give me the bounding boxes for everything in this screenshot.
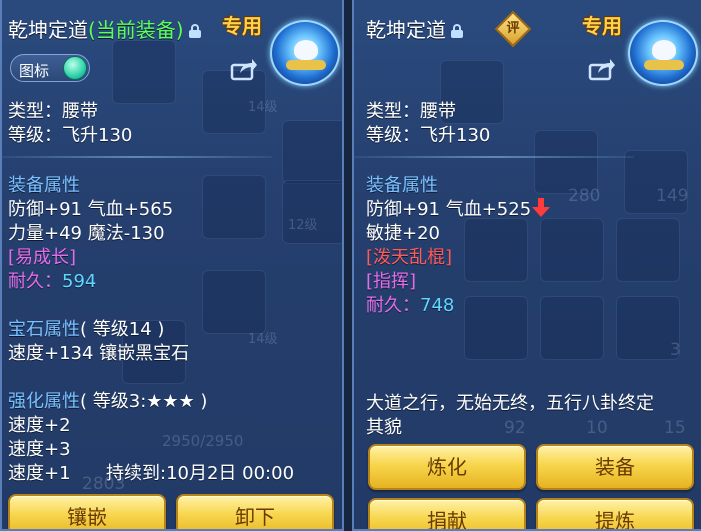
equip-button[interactable]: 装备 bbox=[536, 444, 694, 490]
exclusive-badge: 专用 bbox=[582, 14, 622, 38]
inlay-button[interactable]: 镶嵌 bbox=[8, 494, 166, 529]
enhance-line: 速度+3 bbox=[8, 439, 71, 460]
compare-item-tooltip: 280 149 92 10 15 3 乾坤定道 评 专用 类型：腰带 等级：飞升… bbox=[352, 0, 701, 531]
bg-hp-text: 2950/2950 bbox=[162, 432, 244, 450]
bg-slot bbox=[282, 120, 342, 184]
bg-number: 149 bbox=[656, 186, 689, 206]
bg-number: 15 bbox=[664, 418, 686, 438]
equip-attr-header: 装备属性 bbox=[8, 175, 80, 196]
bg-slot bbox=[202, 175, 266, 239]
equipped-item-tooltip: 14级 12级 14级 2950/2950 2803 乾坤定道(当前装备) 专用… bbox=[0, 0, 344, 531]
exclusive-badge: 专用 bbox=[222, 14, 262, 38]
belt-item-icon bbox=[628, 20, 698, 86]
special-effect: [泼天乱棍] bbox=[366, 247, 453, 268]
share-icon[interactable] bbox=[230, 57, 258, 81]
bg-number: 3 bbox=[670, 340, 681, 360]
attr-line: 防御+91 气血+565 bbox=[8, 199, 174, 220]
bg-slot bbox=[616, 218, 680, 282]
special-effect: [易成长] bbox=[8, 247, 77, 268]
enhance-line: 速度+1 bbox=[8, 463, 71, 484]
bg-level-text: 14级 bbox=[248, 332, 278, 347]
bg-slot bbox=[464, 218, 528, 282]
extract-button[interactable]: 提炼 bbox=[536, 498, 694, 529]
item-title: 乾坤定道 bbox=[366, 14, 463, 43]
bg-slot bbox=[540, 218, 604, 282]
enhance-line: 速度+2 bbox=[8, 415, 71, 436]
item-type: 类型：腰带 bbox=[8, 101, 98, 122]
gem-level: ( 等级14 ) bbox=[80, 319, 165, 340]
gem-header: 宝石属性 bbox=[8, 319, 80, 340]
current-equipped-tag: (当前装备) bbox=[88, 18, 184, 42]
durability-label: 耐久： bbox=[366, 295, 420, 316]
down-arrow-icon bbox=[532, 198, 551, 218]
item-level: 等级：飞升130 bbox=[366, 125, 491, 146]
bg-slot bbox=[540, 296, 604, 360]
gem-section: 宝石属性( 等级14 ) bbox=[8, 318, 164, 342]
refine-button[interactable]: 炼化 bbox=[368, 444, 526, 490]
rate-badge-icon[interactable]: 评 bbox=[494, 10, 532, 48]
share-icon[interactable] bbox=[588, 57, 616, 81]
gem-line: 速度+134 镶嵌黑宝石 bbox=[8, 343, 190, 364]
item-name: 乾坤定道 bbox=[8, 18, 88, 42]
item-description: 其貌 bbox=[366, 417, 402, 438]
donate-button[interactable]: 捐献 bbox=[368, 498, 526, 529]
durability-value: 748 bbox=[420, 295, 455, 316]
bg-slot bbox=[624, 150, 688, 214]
item-type: 类型：腰带 bbox=[366, 101, 456, 122]
bg-slot bbox=[202, 270, 266, 334]
lock-icon bbox=[188, 24, 201, 38]
bg-slot bbox=[616, 296, 680, 360]
attr-line: 防御+91 气血+525 bbox=[366, 198, 551, 222]
enhance-level: ( 等级3:★★★ ) bbox=[80, 391, 208, 412]
bg-slot bbox=[112, 40, 176, 104]
bg-number: 10 bbox=[586, 418, 608, 438]
bg-slot bbox=[534, 130, 598, 194]
enhance-section: 强化属性( 等级3:★★★ ) bbox=[8, 390, 207, 414]
bg-number: 280 bbox=[568, 186, 601, 206]
bg-level-text: 12级 bbox=[288, 218, 318, 233]
attr-line: 力量+49 魔法-130 bbox=[8, 223, 165, 244]
item-level: 等级：飞升130 bbox=[8, 125, 133, 146]
item-description: 大道之行，无始无终，五行八卦终定 bbox=[366, 393, 654, 414]
durability-label: 耐久： bbox=[8, 271, 62, 292]
durability-value: 594 bbox=[62, 271, 97, 292]
enhance-duration: 持续到:10月2日 00:00 bbox=[106, 463, 295, 484]
toggle-knob bbox=[63, 56, 87, 80]
durability: 耐久：594 bbox=[8, 270, 96, 294]
lock-icon bbox=[451, 24, 463, 38]
equip-attr-header: 装备属性 bbox=[366, 175, 438, 196]
durability: 耐久：748 bbox=[366, 294, 454, 318]
item-name: 乾坤定道 bbox=[366, 18, 446, 42]
bg-slot bbox=[282, 180, 342, 244]
special-skill: [指挥] bbox=[366, 271, 417, 292]
bg-number: 92 bbox=[504, 418, 526, 438]
icon-toggle[interactable]: 图标 bbox=[10, 54, 90, 82]
attr-line: 敏捷+20 bbox=[366, 223, 440, 244]
item-title: 乾坤定道(当前装备) bbox=[8, 14, 201, 43]
divider bbox=[354, 156, 634, 158]
attr-line-text: 防御+91 气血+525 bbox=[366, 199, 532, 220]
bg-level-text: 14级 bbox=[248, 100, 278, 115]
panel-divider bbox=[344, 0, 352, 531]
belt-item-icon bbox=[270, 20, 340, 86]
enhance-header: 强化属性 bbox=[8, 391, 80, 412]
icon-toggle-label: 图标 bbox=[19, 62, 50, 80]
divider bbox=[2, 156, 272, 158]
bg-slot bbox=[464, 296, 528, 360]
unequip-button[interactable]: 卸下 bbox=[176, 494, 334, 529]
